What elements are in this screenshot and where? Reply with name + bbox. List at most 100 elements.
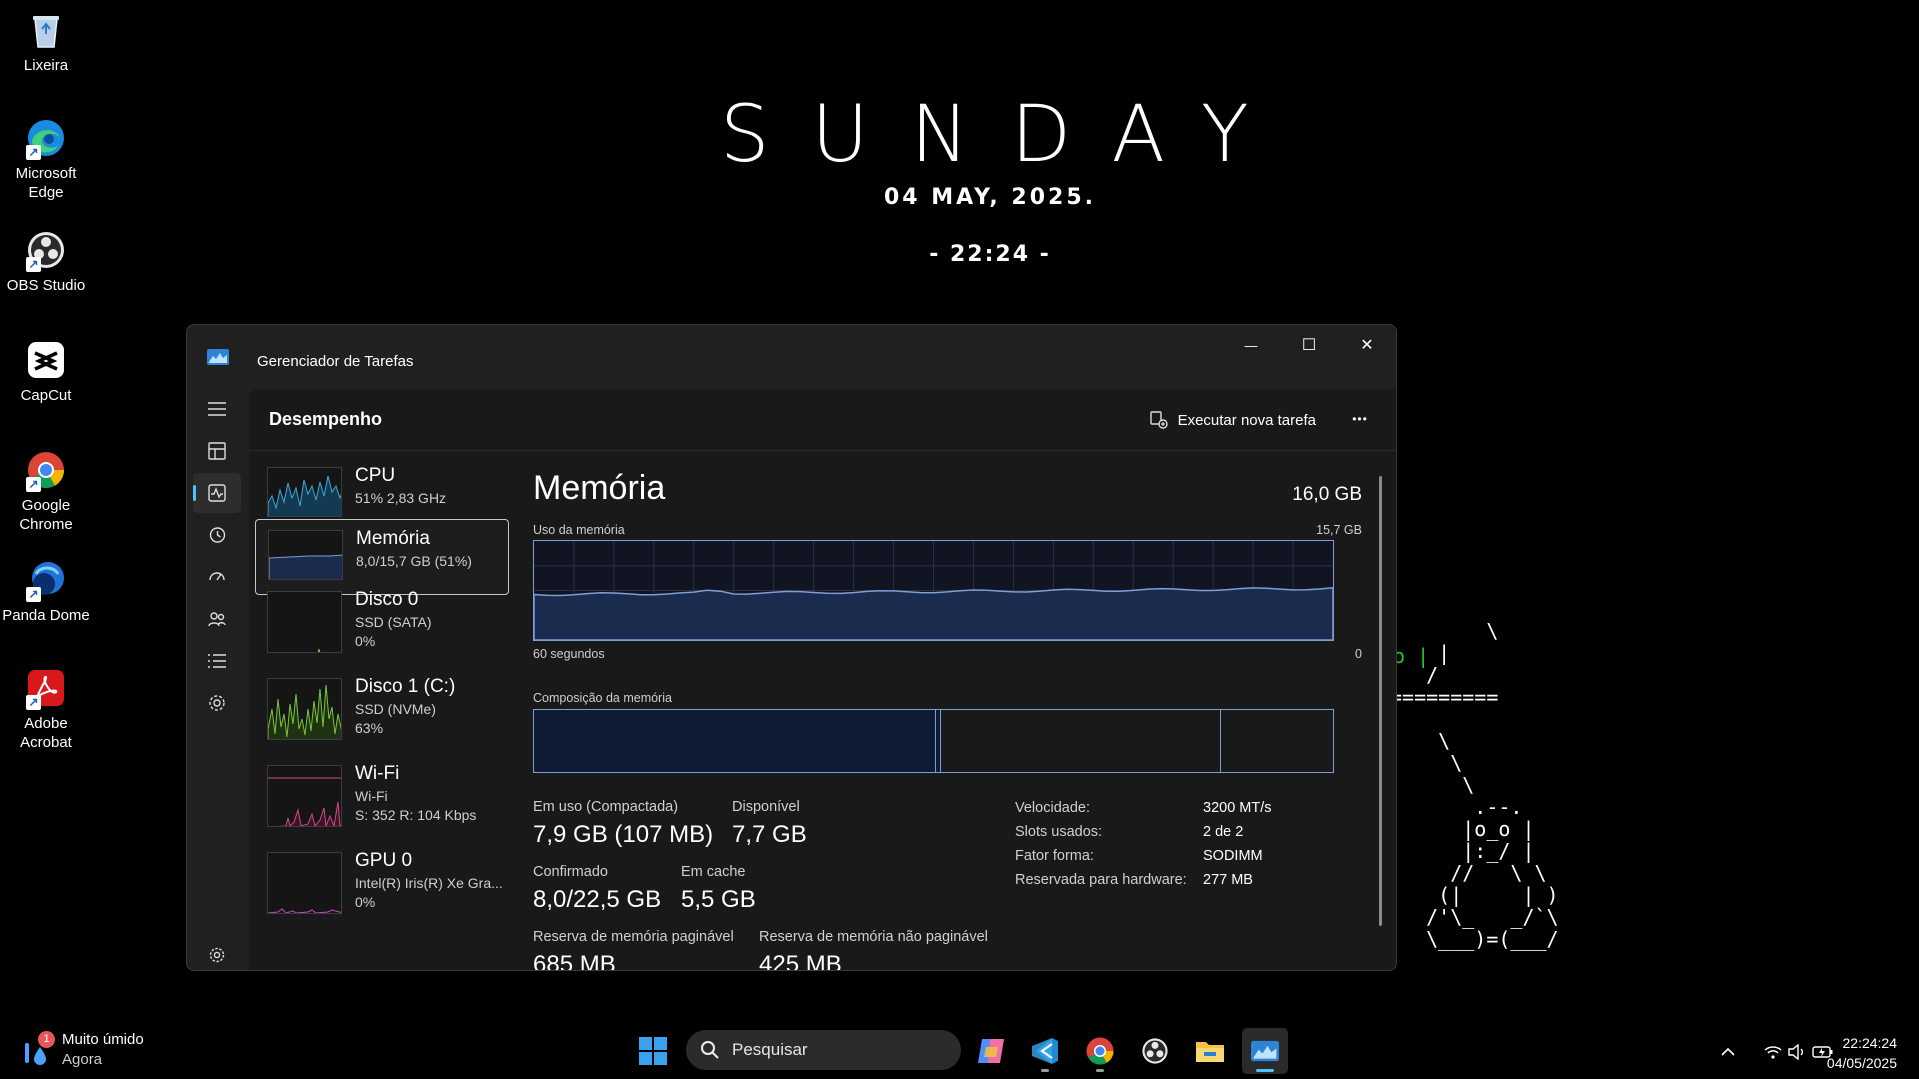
taskbar-file-explorer[interactable]	[1187, 1028, 1233, 1074]
disk1-thumbnail-graph	[267, 678, 342, 740]
disk0-thumbnail-graph	[267, 591, 342, 653]
running-indicator	[1256, 1069, 1274, 1072]
memory-panel: Memória 16,0 GB Uso da memória 15,7 GB 6…	[527, 451, 1382, 970]
content-area: Desempenho Executar nova tarefa ••• CPU …	[249, 389, 1396, 970]
clock-day: SUNDAY	[720, 90, 1291, 180]
close-icon: ✕	[1360, 337, 1374, 354]
running-indicator	[1096, 1069, 1104, 1072]
cpu-thumbnail-graph	[267, 467, 342, 517]
task-manager-app-icon	[207, 349, 229, 365]
weather-sub: Agora	[62, 1051, 103, 1068]
volume-icon	[1788, 1044, 1803, 1060]
desktop-icon-chrome[interactable]: ↗ Google Chrome	[0, 448, 92, 534]
memory-composition-bar	[533, 709, 1334, 773]
available-value: 7,7 GB	[732, 821, 807, 848]
obs-icon: ↗	[24, 228, 68, 272]
desktop-icon-recycle-bin[interactable]: Lixeira	[0, 8, 92, 75]
windows-start-icon	[639, 1037, 667, 1065]
nav-settings[interactable]	[193, 935, 241, 970]
tray-time: 22:24:24	[1842, 1035, 1898, 1051]
search-box[interactable]: Pesquisar	[686, 1030, 961, 1070]
minimize-button[interactable]: —	[1222, 325, 1280, 365]
shortcut-arrow-icon: ↗	[26, 257, 41, 272]
memory-usage-graph	[533, 540, 1334, 641]
desktop-icon-adobe-acrobat[interactable]: ↗ Adobe Acrobat	[0, 666, 92, 752]
scrollbar[interactable]	[1379, 476, 1382, 926]
history-icon	[209, 527, 226, 543]
taskbar-task-manager[interactable]	[1242, 1028, 1288, 1074]
desktop: Lixeira ↗ Microsoft Edge ↗ OBS Studio Ca…	[0, 0, 1919, 1079]
title-bar[interactable]: Gerenciador de Tarefas — ☐ ✕	[187, 325, 1396, 389]
desktop-icon-label: Adobe Acrobat	[20, 715, 72, 751]
weather-widget[interactable]: 1 Muito úmido Agora	[22, 1030, 144, 1070]
speed-label: Velocidade:	[1015, 800, 1090, 816]
volume-button[interactable]	[1785, 1040, 1809, 1064]
time-zero-label: 0	[1355, 647, 1362, 661]
perf-item-gpu0[interactable]: GPU 0 Intel(R) Iris(R) Xe Gra... 0%	[255, 842, 509, 918]
chrome-icon	[1086, 1037, 1114, 1065]
performance-list: CPU 51% 2,83 GHz Memória 8,0/15,7 GB (51…	[249, 451, 517, 970]
nav-details[interactable]	[193, 641, 241, 681]
taskbar-chrome[interactable]	[1077, 1028, 1123, 1074]
memory-usage-plot	[533, 541, 1334, 641]
perf-item-disk0[interactable]: Disco 0 SSD (SATA) 0%	[255, 581, 509, 657]
perf-item-wifi[interactable]: Wi-Fi Wi-Fi S: 352 R: 104 Kbps	[255, 755, 509, 831]
desktop-icon-edge[interactable]: ↗ Microsoft Edge	[0, 116, 92, 202]
nav-startup[interactable]	[193, 557, 241, 597]
recycle-bin-icon	[24, 8, 68, 52]
nav-users[interactable]	[193, 599, 241, 639]
nav-performance[interactable]	[193, 473, 241, 513]
perf-item-usage: 63%	[355, 720, 384, 736]
run-task-label: Executar nova tarefa	[1177, 411, 1316, 429]
perf-item-name: Disco 0	[355, 589, 419, 610]
form-factor-value: SODIMM	[1203, 848, 1263, 864]
nav-menu-button[interactable]	[193, 389, 241, 429]
task-manager-icon	[1251, 1040, 1279, 1062]
nav-services[interactable]	[193, 683, 241, 723]
performance-icon	[208, 484, 226, 502]
task-manager-window[interactable]: Gerenciador de Tarefas — ☐ ✕ Desempenho …	[186, 324, 1397, 971]
taskbar-vscode[interactable]	[1022, 1028, 1068, 1074]
processes-icon	[208, 442, 226, 460]
ascii-art: \ | / ========= \ \ \ .--. |o_o | |:_/ |…	[1390, 619, 1559, 951]
desktop-icon-obs[interactable]: ↗ OBS Studio	[0, 228, 92, 295]
nav-app-history[interactable]	[193, 515, 241, 555]
more-options-button[interactable]: •••	[1342, 403, 1378, 435]
composition-in-use	[534, 710, 937, 772]
memory-title: Memória	[533, 469, 666, 507]
network-button[interactable]	[1761, 1040, 1785, 1064]
clock-button[interactable]: 22:24:24 04/05/2025	[1827, 1033, 1897, 1073]
perf-item-disk1[interactable]: Disco 1 (C:) SSD (NVMe) 63%	[255, 668, 509, 744]
perf-item-name: Memória	[356, 528, 430, 549]
acrobat-icon: ↗	[24, 666, 68, 710]
users-icon	[208, 612, 226, 627]
start-button[interactable]	[630, 1028, 676, 1074]
show-hidden-icons-button[interactable]	[1716, 1040, 1740, 1064]
close-button[interactable]: ✕	[1338, 325, 1396, 365]
startup-icon	[209, 572, 225, 581]
desktop-icon-capcut[interactable]: CapCut	[0, 338, 92, 405]
capcut-icon	[24, 338, 68, 382]
copilot-icon	[978, 1039, 1004, 1063]
chevron-up-icon	[1721, 1047, 1735, 1056]
composition-standby	[941, 710, 1221, 772]
perf-item-usage: S: 352 R: 104 Kbps	[355, 807, 477, 823]
nav-processes[interactable]	[193, 431, 241, 471]
form-factor-label: Fator forma:	[1015, 848, 1094, 864]
taskbar-obs[interactable]	[1132, 1028, 1178, 1074]
memory-usage-area	[533, 586, 1334, 641]
run-new-task-button[interactable]: Executar nova tarefa	[1149, 407, 1316, 433]
available-label: Disponível	[732, 799, 800, 815]
perf-item-detail: Intel(R) Iris(R) Xe Gra...	[355, 875, 503, 891]
desktop-icon-label: Google Chrome	[19, 497, 73, 533]
usage-label: Uso da memória	[533, 523, 625, 537]
perf-item-name: CPU	[355, 465, 396, 486]
desktop-icon-panda-dome[interactable]: ↗ Panda Dome	[0, 558, 92, 625]
edge-icon: ↗	[24, 116, 68, 160]
maximize-button[interactable]: ☐	[1280, 325, 1338, 365]
perf-item-detail: Wi-Fi	[355, 788, 388, 804]
memory-total: 16,0 GB	[1292, 484, 1362, 505]
taskbar-copilot[interactable]	[968, 1028, 1014, 1074]
obs-icon	[1142, 1038, 1168, 1064]
tray-date: 04/05/2025	[1826, 1055, 1897, 1071]
